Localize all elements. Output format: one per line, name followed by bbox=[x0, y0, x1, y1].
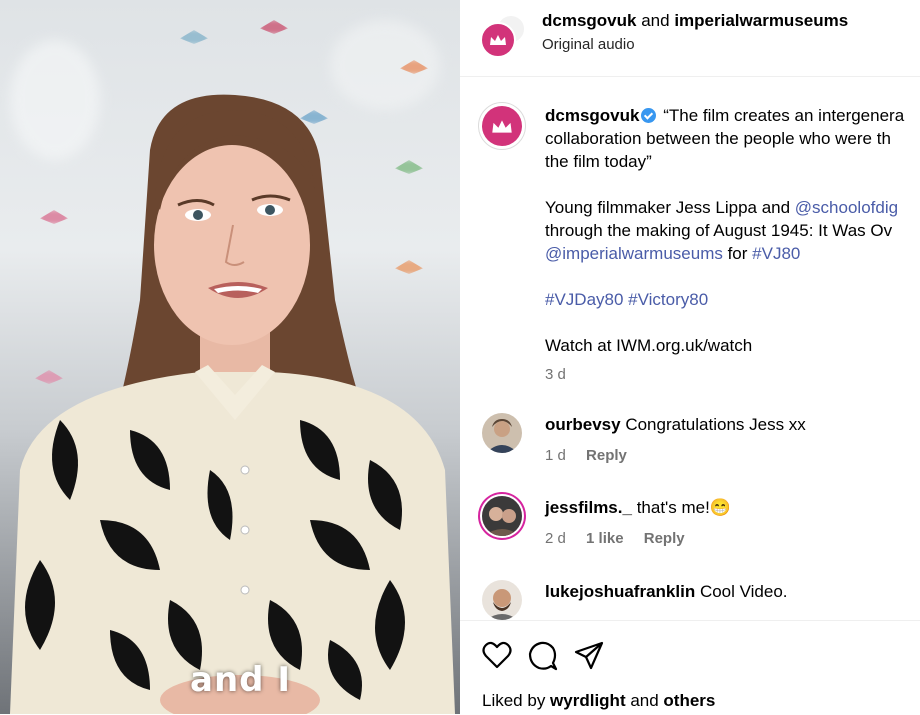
caption-text: dcmsgovuk “The film creates an intergene… bbox=[545, 104, 920, 386]
comment-icon[interactable] bbox=[528, 641, 558, 671]
joiner-text: and bbox=[641, 11, 670, 30]
liked-mid: and bbox=[625, 691, 664, 710]
share-icon[interactable] bbox=[574, 641, 604, 671]
crown-logo-icon bbox=[492, 119, 512, 133]
caption-line: “The film creates an intergenera bbox=[663, 106, 905, 125]
person-figure bbox=[10, 94, 455, 714]
comment-body: Congratulations Jess xx bbox=[625, 415, 806, 434]
post-header: dcmsgovuk and imperialwarmuseums Origina… bbox=[460, 0, 920, 77]
liked-user-link[interactable]: wyrdlight bbox=[550, 691, 626, 710]
liked-others-link[interactable]: others bbox=[663, 691, 715, 710]
comment-username[interactable]: lukejoshuafranklin bbox=[545, 582, 695, 601]
dcmsgovuk-avatar bbox=[480, 22, 516, 58]
comment-username[interactable]: ourbevsy bbox=[545, 415, 621, 434]
collab-names: dcmsgovuk and imperialwarmuseums bbox=[542, 11, 848, 31]
video-player[interactable]: and I bbox=[0, 0, 460, 714]
liked-prefix: Liked by bbox=[482, 691, 551, 710]
caption-line: the film today” bbox=[545, 152, 652, 171]
account-link[interactable]: dcmsgovuk bbox=[542, 11, 636, 30]
avatar-image bbox=[482, 413, 522, 453]
avatar[interactable] bbox=[482, 496, 522, 536]
comment-age[interactable]: 2 d bbox=[545, 530, 566, 547]
comment-username[interactable]: jessfilms._ bbox=[545, 498, 632, 517]
comment-body: Cool Video. bbox=[699, 582, 788, 601]
account-link[interactable]: imperialwarmuseums bbox=[674, 11, 848, 30]
post-actions-bar: Liked by wyrdlight and others bbox=[460, 620, 920, 715]
hashtag-links[interactable]: #VJDay80 #Victory80 bbox=[545, 288, 920, 311]
reply-button[interactable]: Reply bbox=[586, 447, 627, 464]
video-subtitle: and I bbox=[190, 660, 291, 700]
crown-logo-icon bbox=[490, 35, 506, 45]
verified-badge-icon bbox=[641, 108, 657, 123]
heart-icon[interactable] bbox=[482, 641, 512, 669]
comment-likes[interactable]: 1 like bbox=[586, 530, 624, 547]
comment-text: jessfilms._ that's me!😁 bbox=[545, 498, 731, 518]
reply-button[interactable]: Reply bbox=[644, 530, 685, 547]
post-panel: dcmsgovuk and imperialwarmuseums Origina… bbox=[460, 0, 920, 715]
caption-text-for: for bbox=[722, 244, 753, 263]
comment-text: lukejoshuafranklin Cool Video. bbox=[545, 582, 788, 602]
avatar[interactable] bbox=[482, 580, 522, 620]
author-username[interactable]: dcmsgovuk bbox=[545, 106, 639, 125]
avatar[interactable] bbox=[482, 413, 522, 453]
hashtag-link[interactable]: #VJ80 bbox=[752, 244, 800, 263]
avatar-image bbox=[482, 580, 522, 620]
avatar-image bbox=[482, 496, 522, 536]
comment-meta: 1 d Reply bbox=[545, 447, 643, 464]
author-avatar[interactable] bbox=[478, 102, 526, 150]
comment-meta: 2 d 1 like Reply bbox=[545, 530, 701, 547]
mention-link[interactable]: @schoolofdig bbox=[795, 198, 898, 217]
collab-avatars[interactable] bbox=[480, 14, 526, 58]
liked-by-summary: Liked by wyrdlight and others bbox=[482, 691, 715, 711]
post-age[interactable]: 3 d bbox=[545, 363, 920, 386]
caption-line: through the making of August 1945: It Wa… bbox=[545, 221, 893, 240]
watch-line: Watch at IWM.org.uk/watch bbox=[545, 336, 753, 355]
comment-body: that's me!😁 bbox=[636, 498, 732, 517]
comment-age[interactable]: 1 d bbox=[545, 447, 566, 464]
action-icons bbox=[482, 641, 604, 671]
caption-line: Young filmmaker Jess Lippa and bbox=[545, 198, 795, 217]
comment-text: ourbevsy Congratulations Jess xx bbox=[545, 415, 806, 435]
caption-line: collaboration between the people who wer… bbox=[545, 129, 891, 148]
audio-label[interactable]: Original audio bbox=[542, 36, 635, 53]
mention-link[interactable]: @imperialwarmuseums bbox=[545, 244, 723, 263]
